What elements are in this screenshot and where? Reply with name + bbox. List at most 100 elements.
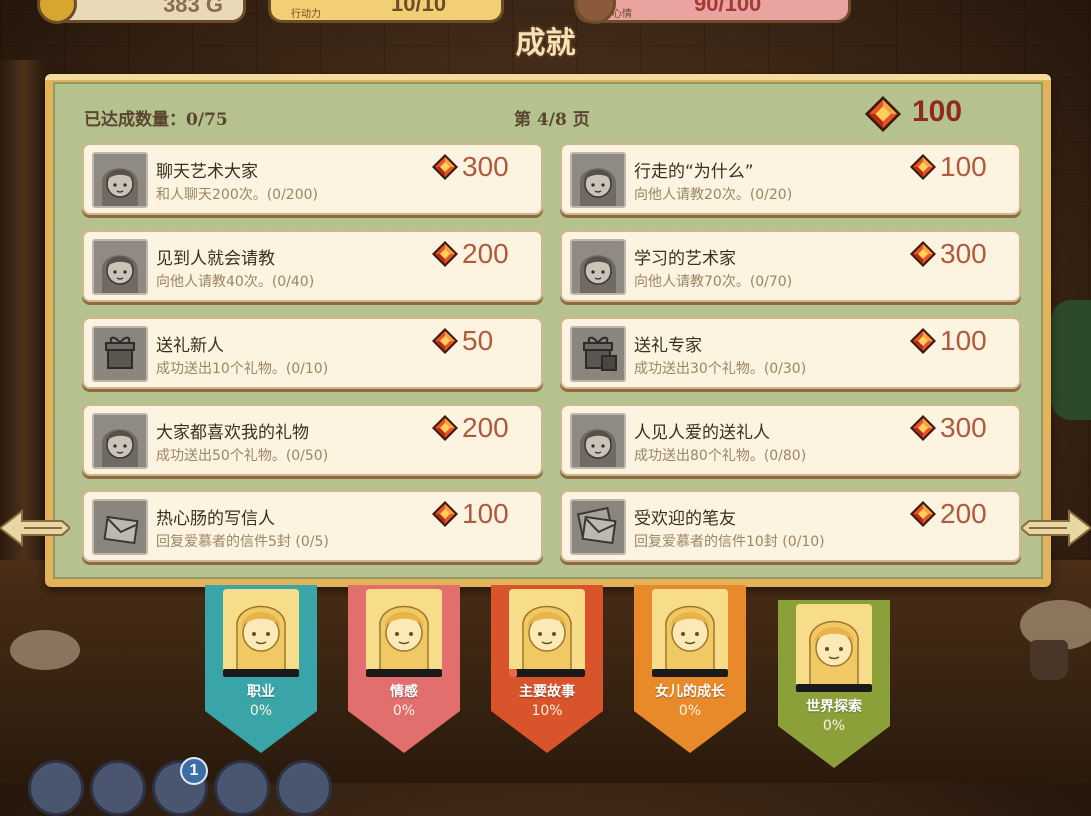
background-plate bbox=[10, 630, 80, 670]
category-label: 女儿的成长 bbox=[655, 684, 725, 700]
category-tab[interactable]: 女儿的成长 0% bbox=[634, 585, 746, 753]
category-label: 职业 bbox=[247, 684, 275, 700]
achievement-reward: 100 bbox=[940, 325, 987, 356]
achievement-card[interactable]: 见到人就会请教向他人请教40次。(0/40) 200 bbox=[82, 230, 543, 302]
background-cup bbox=[1030, 640, 1068, 680]
energy-value: 10/10 bbox=[391, 0, 447, 16]
achievement-card[interactable]: 送礼新人成功送出10个礼物。(0/10) 50 bbox=[82, 317, 543, 389]
portrait-sketch-icon bbox=[570, 239, 626, 295]
panel-top-edge bbox=[45, 74, 1051, 80]
portrait-sketch-icon bbox=[92, 413, 148, 469]
achievement-name: 送礼专家 bbox=[634, 336, 702, 356]
achievement-card[interactable]: 送礼专家成功送出30个礼物。(0/30) 100 bbox=[560, 317, 1021, 389]
progress-bar bbox=[796, 684, 872, 692]
background-character bbox=[1051, 300, 1091, 420]
achievement-name: 学习的艺术家 bbox=[634, 249, 736, 269]
achievement-desc: 成功送出50个礼物。(0/50) bbox=[156, 448, 329, 464]
next-page-arrow-icon[interactable] bbox=[1021, 505, 1091, 551]
gold-value: 383 G bbox=[163, 0, 223, 17]
category-label: 主要故事 bbox=[519, 684, 575, 700]
background-pillar bbox=[0, 60, 46, 580]
toolbar-button[interactable] bbox=[276, 760, 332, 816]
achievement-desc: 成功送出10个礼物。(0/10) bbox=[156, 361, 329, 377]
category-percent: 0% bbox=[678, 703, 702, 719]
portrait-icon bbox=[223, 589, 299, 673]
prev-page-arrow-icon[interactable] bbox=[0, 505, 70, 551]
achievement-reward: 50 bbox=[462, 325, 494, 356]
achievement-name: 大家都喜欢我的礼物 bbox=[156, 423, 309, 443]
gem-icon bbox=[432, 415, 458, 441]
gem-icon bbox=[910, 154, 936, 180]
achievement-name: 见到人就会请教 bbox=[156, 249, 275, 269]
gem-icon bbox=[432, 154, 458, 180]
gem-icon bbox=[432, 328, 458, 354]
achievement-name: 聊天艺术大家 bbox=[156, 162, 258, 182]
achievement-reward: 300 bbox=[940, 238, 987, 269]
achievement-name: 送礼新人 bbox=[156, 336, 224, 356]
portrait-icon bbox=[796, 604, 872, 688]
achievement-card[interactable]: 行走的“为什么” 向他人请教20次。(0/20) 100 bbox=[560, 143, 1021, 215]
portrait-sketch-icon bbox=[92, 239, 148, 295]
gem-icon bbox=[432, 241, 458, 267]
achievement-card[interactable]: 受欢迎的笔友回复爱慕者的信件10封 (0/10) 200 bbox=[560, 490, 1021, 562]
letter-icon bbox=[92, 499, 148, 555]
achievement-desc: 向他人请教20次。(0/20) bbox=[634, 187, 793, 203]
achievement-reward: 300 bbox=[940, 412, 987, 443]
category-tab[interactable]: 主要故事 10% bbox=[491, 585, 603, 753]
achievement-name: 受欢迎的笔友 bbox=[634, 509, 736, 529]
category-tab[interactable]: 职业 0% bbox=[205, 585, 317, 753]
portrait-sketch-icon bbox=[570, 413, 626, 469]
portrait-sketch-icon bbox=[92, 152, 148, 208]
category-tab[interactable]: 世界探索 0% bbox=[778, 600, 890, 768]
mood-value: 90/100 bbox=[694, 0, 762, 16]
letters-icon bbox=[570, 499, 626, 555]
achievement-card[interactable]: 大家都喜欢我的礼物成功送出50个礼物。(0/50) 200 bbox=[82, 404, 543, 476]
notification-badge: 1 bbox=[180, 757, 208, 785]
category-percent: 0% bbox=[392, 703, 416, 719]
page-title: 成就 bbox=[515, 26, 576, 61]
achievement-card[interactable]: 学习的艺术家向他人请教70次。(0/70) 300 bbox=[560, 230, 1021, 302]
achievement-reward: 200 bbox=[462, 238, 509, 269]
achievement-reward: 200 bbox=[462, 412, 509, 443]
achievement-desc: 回复爱慕者的信件10封 (0/10) bbox=[634, 534, 825, 550]
achievement-reward: 300 bbox=[462, 151, 509, 182]
category-label: 情感 bbox=[390, 684, 418, 700]
portrait-icon bbox=[366, 589, 442, 673]
toolbar-button[interactable] bbox=[214, 760, 270, 816]
progress-bar bbox=[366, 669, 442, 677]
achieved-count: 已达成数量：0/75 bbox=[84, 110, 228, 130]
gem-icon bbox=[864, 95, 902, 133]
achievement-card[interactable]: 热心肠的写信人 回复爱慕者的信件5封 (0/5) 100 bbox=[82, 490, 543, 562]
category-tab[interactable]: 情感 0% bbox=[348, 585, 460, 753]
achievement-desc: 成功送出30个礼物。(0/30) bbox=[634, 361, 807, 377]
toolbar-button[interactable] bbox=[90, 760, 146, 816]
achievement-name: 人见人爱的送礼人 bbox=[634, 423, 770, 443]
achievement-name: 行走的“为什么” bbox=[634, 162, 754, 182]
achievement-desc: 向他人请教40次。(0/40) bbox=[156, 274, 315, 290]
progress-bar bbox=[223, 669, 299, 677]
achievement-desc: 成功送出80个礼物。(0/80) bbox=[634, 448, 807, 464]
achievement-reward: 100 bbox=[940, 151, 987, 182]
progress-bar bbox=[509, 669, 585, 677]
gem-icon bbox=[910, 415, 936, 441]
gifts-icon bbox=[570, 326, 626, 382]
toolbar-button[interactable] bbox=[28, 760, 84, 816]
achievement-card[interactable]: 聊天艺术大家和人聊天200次。(0/200) 300 bbox=[82, 143, 543, 215]
achievement-card[interactable]: 人见人爱的送礼人成功送出80个礼物。(0/80) 300 bbox=[560, 404, 1021, 476]
total-points: 100 bbox=[912, 95, 963, 128]
category-percent: 10% bbox=[531, 703, 563, 719]
achievement-desc: 向他人请教70次。(0/70) bbox=[634, 274, 793, 290]
gem-icon bbox=[910, 241, 936, 267]
portrait-sketch-icon bbox=[570, 152, 626, 208]
achievement-name: 热心肠的写信人 bbox=[156, 509, 275, 529]
gift-icon bbox=[92, 326, 148, 382]
category-label: 世界探索 bbox=[806, 699, 862, 715]
portrait-icon bbox=[509, 589, 585, 673]
page-indicator: 第 4/8 页 bbox=[514, 110, 590, 130]
achievement-desc: 和人聊天200次。(0/200) bbox=[156, 187, 318, 203]
progress-bar bbox=[652, 669, 728, 677]
category-percent: 0% bbox=[822, 718, 846, 734]
achievement-reward: 200 bbox=[940, 498, 987, 529]
category-percent: 0% bbox=[249, 703, 273, 719]
gem-icon bbox=[910, 328, 936, 354]
